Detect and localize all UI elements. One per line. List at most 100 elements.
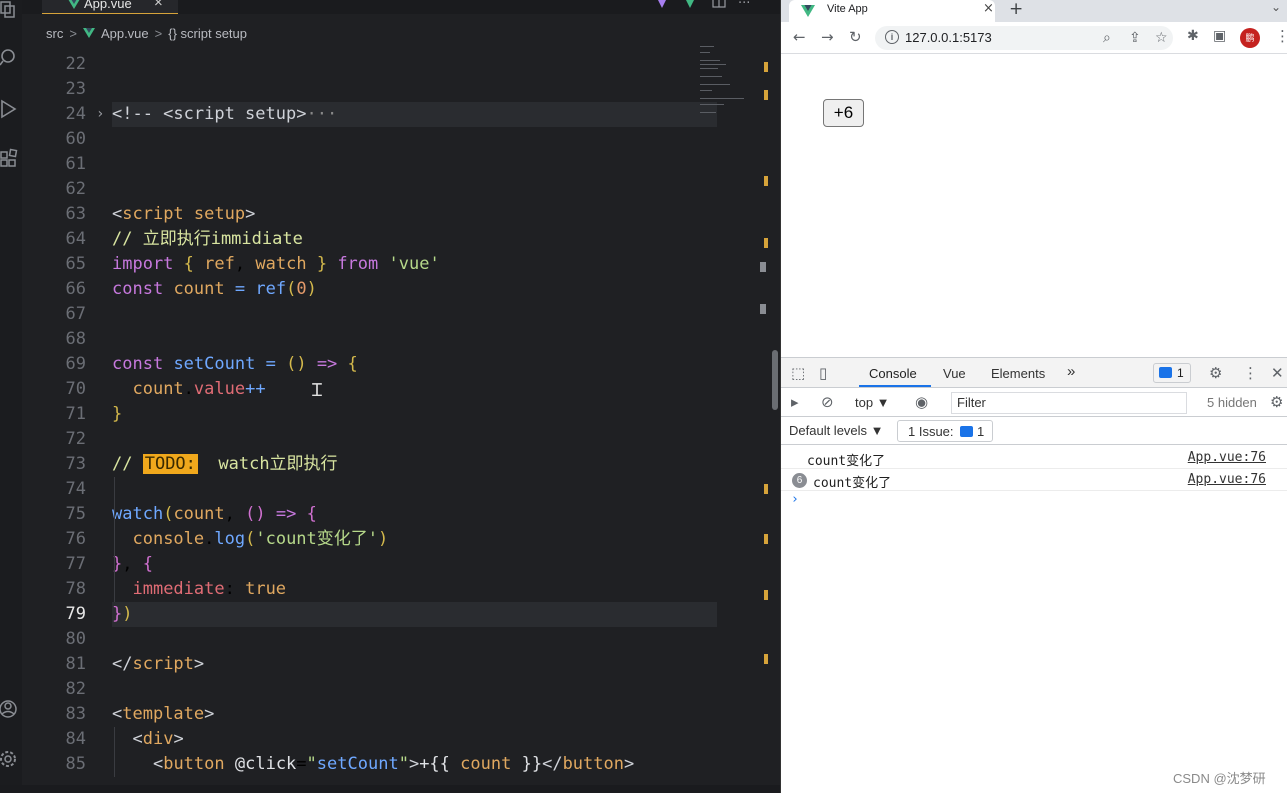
code-text: // TODO: watch立即执行 xyxy=(112,454,338,474)
tab-vue[interactable]: Vue xyxy=(943,366,966,381)
code-line[interactable]: 73 // TODO: watch立即执行 xyxy=(22,452,762,477)
breadcrumb-folder[interactable]: src xyxy=(46,26,63,41)
breadcrumb-symbol[interactable]: {} script setup xyxy=(168,26,247,41)
code-text: import { ref, watch } from 'vue' xyxy=(112,254,440,274)
code-line[interactable]: 69 const setCount = () => { xyxy=(22,352,762,377)
console-prompt-chevron-icon[interactable]: › xyxy=(791,492,799,507)
code-line[interactable]: 67 xyxy=(22,302,762,327)
tab-search-chevron-icon[interactable]: ⌄ xyxy=(1271,0,1281,14)
devtools-menu-icon[interactable]: ⋮ xyxy=(1243,364,1258,382)
console-filter-bar: ▸ ⊘ top ▼ ◉ Filter 5 hidden ⚙ xyxy=(781,389,1287,417)
line-number: 79 xyxy=(65,604,86,624)
issues-chip[interactable]: 1 Issue: 1 xyxy=(897,420,993,442)
file-tab-app-vue[interactable]: App.vue × xyxy=(42,0,178,14)
bookmark-star-icon[interactable]: ☆ xyxy=(1155,30,1168,46)
side-panel-icon[interactable]: ▣ xyxy=(1213,28,1226,44)
browser-tab-vite-app[interactable]: Vite App × xyxy=(789,0,995,22)
inspect-element-icon[interactable]: ⬚ xyxy=(791,364,805,382)
fold-chevron-icon[interactable]: › xyxy=(96,102,104,127)
code-line[interactable]: 75 watch(count, () => { xyxy=(22,502,762,527)
live-expression-eye-icon[interactable]: ◉ xyxy=(915,393,928,411)
page-viewport: +6 xyxy=(781,55,1287,356)
split-editor-icon[interactable] xyxy=(712,0,726,12)
code-line[interactable]: 85 <button @click="setCount">+{{ count }… xyxy=(22,752,762,777)
code-line[interactable]: 65 import { ref, watch } from 'vue' xyxy=(22,252,762,277)
context-select[interactable]: top ▼ xyxy=(855,395,890,410)
code-line[interactable]: 63 <script setup> xyxy=(22,202,762,227)
code-line[interactable]: 61 xyxy=(22,152,762,177)
breadcrumb-file[interactable]: App.vue xyxy=(101,26,149,41)
code-line[interactable]: 72 xyxy=(22,427,762,452)
close-tab-icon[interactable]: × xyxy=(983,1,994,16)
code-line[interactable]: 70 count.value++ xyxy=(22,377,762,402)
close-tab-icon[interactable]: × xyxy=(154,0,163,11)
back-arrow-icon[interactable]: ← xyxy=(793,28,806,46)
extensions-icon[interactable] xyxy=(0,148,18,170)
code-line[interactable]: 80 xyxy=(22,627,762,652)
code-line[interactable]: 77}, { xyxy=(22,552,762,577)
source-control-branch-icon[interactable] xyxy=(684,0,696,12)
clear-console-icon[interactable]: ⊘ xyxy=(821,393,834,411)
address-bar[interactable]: i 127.0.0.1:5173 ⌕ ⇪ ☆ xyxy=(875,26,1173,50)
browser-menu-icon[interactable]: ⋮ xyxy=(1275,27,1287,45)
issues-chip-label: 1 Issue: xyxy=(908,424,954,439)
tab-elements[interactable]: Elements xyxy=(991,366,1045,381)
run-debug-icon[interactable] xyxy=(0,98,18,120)
filter-input[interactable]: Filter xyxy=(951,392,1187,414)
code-line[interactable]: 81 </script> xyxy=(22,652,762,677)
code-line[interactable]: 23 xyxy=(22,77,762,102)
code-line[interactable]: 64 // 立即执行immidiate xyxy=(22,227,762,252)
code-line[interactable]: 84 <div> xyxy=(22,727,762,752)
device-toolbar-icon[interactable]: ▯ xyxy=(819,364,827,382)
count-button[interactable]: +6 xyxy=(823,99,864,127)
code-line[interactable]: 66 const count = ref(0) xyxy=(22,277,762,302)
search-icon[interactable] xyxy=(0,46,18,68)
line-number: 62 xyxy=(65,179,86,199)
new-tab-button[interactable]: + xyxy=(1009,0,1023,19)
code-line[interactable]: 83 <template> xyxy=(22,702,762,727)
code-line[interactable]: 76 console.log('count变化了') xyxy=(22,527,762,552)
forward-arrow-icon[interactable]: → xyxy=(821,28,834,46)
sidebar-toggle-icon[interactable]: ▸ xyxy=(791,393,799,411)
code-line[interactable]: 78 immediate: true xyxy=(22,577,762,602)
code-text: } xyxy=(112,404,123,424)
code-text: watch(count, () => { xyxy=(112,504,317,524)
share-icon[interactable]: ⇪ xyxy=(1129,30,1141,46)
profile-avatar[interactable]: 鹏 xyxy=(1240,28,1260,48)
console-settings-gear-icon[interactable]: ⚙ xyxy=(1270,393,1283,411)
zoom-icon[interactable]: ⌕ xyxy=(1103,30,1111,46)
log-source-link[interactable]: App.vue:76 xyxy=(1188,472,1266,487)
extensions-puzzle-icon[interactable]: ✱ xyxy=(1187,28,1199,44)
log-source-link[interactable]: App.vue:76 xyxy=(1188,450,1266,465)
tab-console[interactable]: Console xyxy=(869,366,917,381)
code-text: count.value++ xyxy=(132,379,266,399)
log-levels-select[interactable]: Default levels ▼ xyxy=(789,423,884,438)
code-line[interactable]: 68 xyxy=(22,327,762,352)
indent-guide xyxy=(114,727,115,777)
vue-devtools-icon[interactable] xyxy=(656,0,668,12)
code-line[interactable]: 82 xyxy=(22,677,762,702)
more-tabs-icon[interactable]: » xyxy=(1067,363,1075,380)
account-icon[interactable] xyxy=(0,698,18,720)
code-text: </script> xyxy=(112,654,205,674)
site-info-icon[interactable]: i xyxy=(885,30,899,44)
code-line[interactable]: 60 xyxy=(22,127,762,152)
devtools-settings-gear-icon[interactable]: ⚙ xyxy=(1209,364,1222,382)
code-line[interactable]: 22 xyxy=(22,52,762,77)
code-line[interactable]: 71} xyxy=(22,402,762,427)
code-line[interactable]: 24 › <!-- <script setup>··· xyxy=(22,102,762,127)
more-actions-icon[interactable]: ··· xyxy=(738,0,750,11)
explorer-icon[interactable] xyxy=(0,0,18,22)
minimap[interactable] xyxy=(696,42,756,122)
issues-badge[interactable]: 1 xyxy=(1153,363,1191,383)
settings-gear-icon[interactable] xyxy=(0,748,18,770)
code-line[interactable]: 79}) xyxy=(22,602,762,627)
close-devtools-icon[interactable]: ✕ xyxy=(1271,364,1284,382)
code-line[interactable]: 74 xyxy=(22,477,762,502)
editor-scrollbar[interactable] xyxy=(772,350,778,410)
code-line[interactable]: 62 xyxy=(22,177,762,202)
text-cursor-icon: Ɪ xyxy=(312,380,323,401)
line-number: 67 xyxy=(65,304,86,324)
reload-icon[interactable]: ↻ xyxy=(849,28,862,46)
code-text: <script setup> xyxy=(112,204,256,224)
